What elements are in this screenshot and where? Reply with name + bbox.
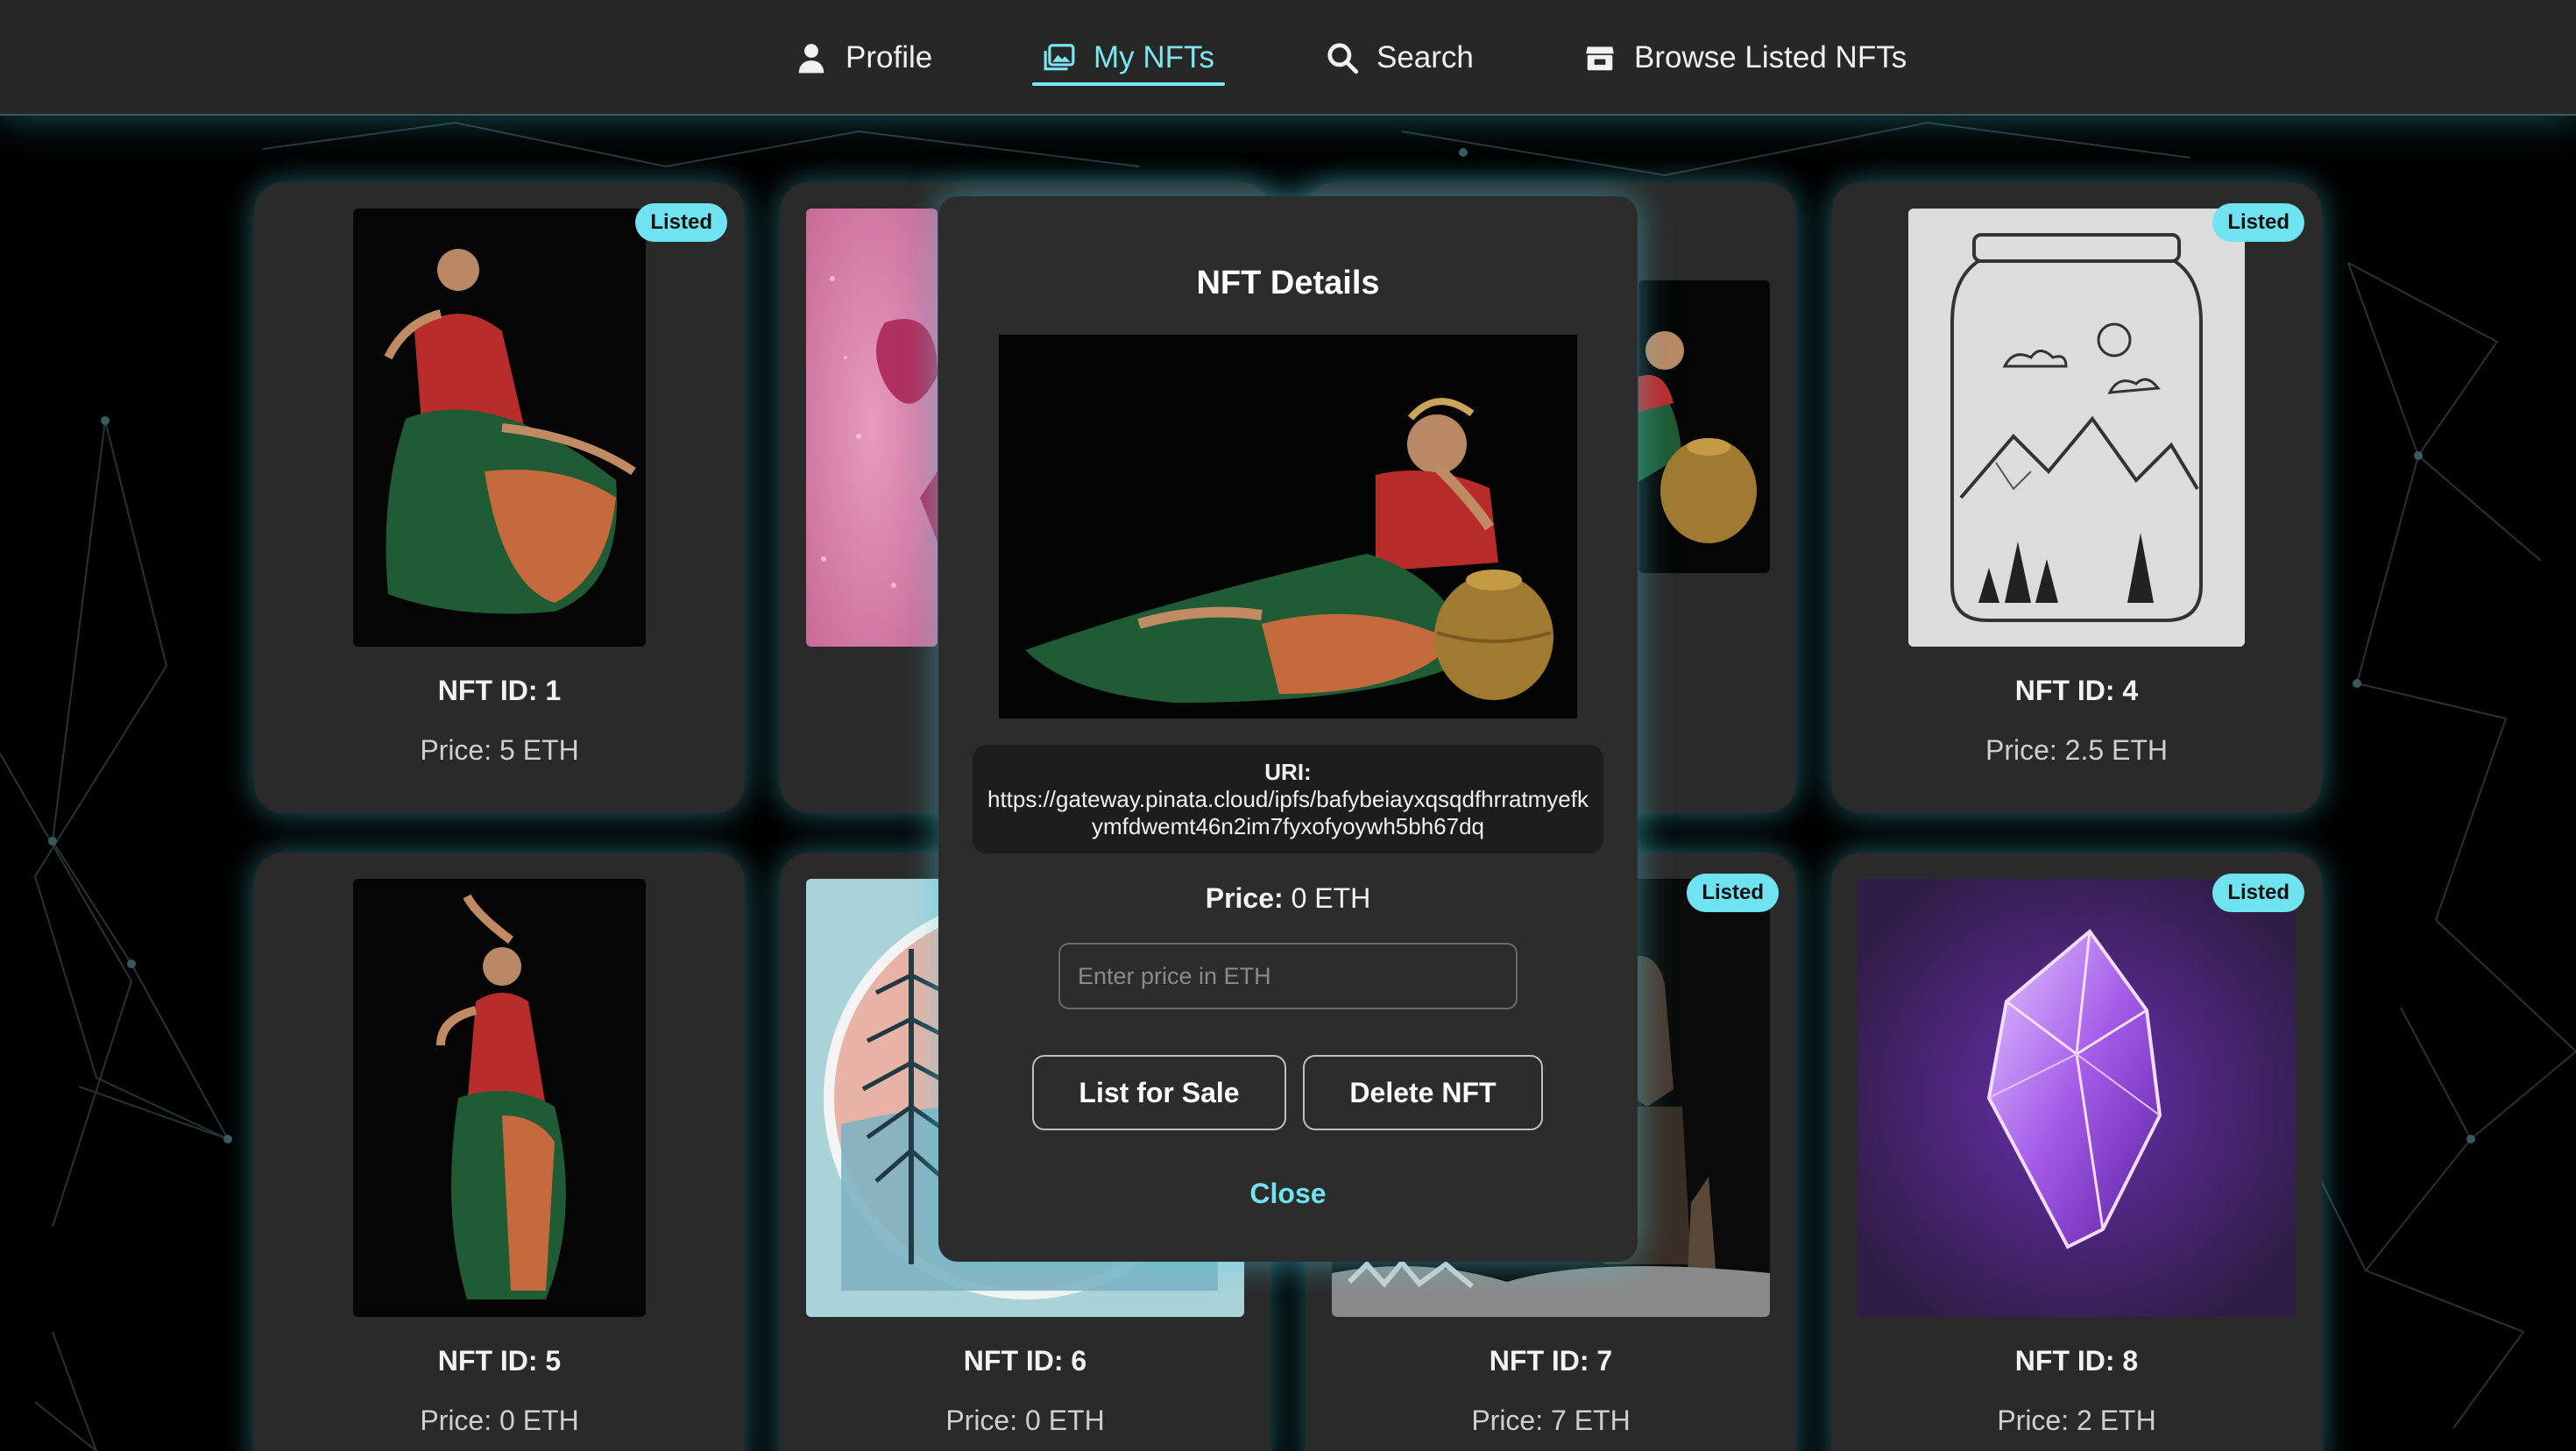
nav-my-nfts[interactable]: My NFTs (1031, 30, 1226, 86)
top-navbar: Profile My NFTs Search Browse Listed NFT… (0, 0, 2576, 116)
listed-badge: Listed (2212, 874, 2304, 912)
nft-price-label: Price: 7 ETH (1471, 1405, 1631, 1436)
nav-browse-listed[interactable]: Browse Listed NFTs (1583, 30, 1907, 86)
nft-id-label: NFT ID: 8 (2014, 1345, 2139, 1377)
nav-search-label: Search (1376, 40, 1474, 74)
price-value: 0 ETH (1291, 882, 1371, 914)
nft-price-label: Price: 0 ETH (420, 1405, 579, 1436)
nft-details-modal: NFT Details URI: https://gateway.pinata.… (938, 196, 1638, 1262)
store-icon (1586, 46, 1614, 71)
nft-price-label: Price: 5 ETH (420, 734, 579, 766)
uri-label: URI: (1264, 759, 1312, 785)
modal-title: NFT Details (1196, 265, 1380, 301)
search-icon (1327, 43, 1359, 74)
nft-image-8 (1858, 879, 2296, 1317)
delete-nft-button[interactable]: Delete NFT (1303, 1055, 1543, 1130)
uri-box: URI: https://gateway.pinata.cloud/ipfs/b… (973, 745, 1603, 853)
nav-profile-label: Profile (846, 40, 933, 74)
uri-value: https://gateway.pinata.cloud/ipfs/bafybe… (987, 786, 1589, 839)
user-icon (798, 44, 824, 74)
nft-price-label: Price: 2.5 ETH (1985, 734, 2169, 766)
listed-badge: Listed (1687, 874, 1779, 912)
nft-id-label: NFT ID: 6 (963, 1345, 1087, 1377)
nft-id-label: NFT ID: 5 (437, 1345, 562, 1377)
nft-id-label: NFT ID: 7 (1489, 1345, 1613, 1377)
nft-price-label: Price: 0 ETH (945, 1405, 1105, 1436)
nft-id-label: NFT ID: 1 (437, 675, 562, 706)
nft-card-1[interactable]: Listed NFT ID: 1 Price: 5 ETH (254, 182, 745, 813)
nft-card-4[interactable]: Listed NFT ID: 4 Price: 2.5 ETH (1831, 182, 2322, 813)
listed-badge: Listed (2212, 203, 2304, 242)
nft-price-label: Price: 2 ETH (1997, 1405, 2156, 1436)
nav-search[interactable]: Search (1326, 30, 1474, 86)
nft-card-5[interactable]: NFT ID: 5 Price: 0 ETH (254, 853, 745, 1451)
nft-image-5 (353, 879, 646, 1317)
price-input[interactable] (1058, 943, 1518, 1009)
close-button[interactable]: Close (938, 1178, 1638, 1210)
images-icon (1044, 44, 1075, 71)
nft-image-3 (1638, 280, 1770, 573)
nav-profile[interactable]: Profile (795, 30, 932, 86)
price-line: Price: 0 ETH (938, 882, 1638, 915)
nft-image-2 (806, 209, 938, 647)
nft-id-label: NFT ID: 4 (2014, 675, 2139, 706)
listed-badge: Listed (635, 203, 727, 242)
nft-card-8[interactable]: Listed NFT ID: 8 Price: 2 ETH (1831, 853, 2322, 1451)
price-label: Price: (1205, 882, 1284, 914)
nft-image-4 (1908, 209, 2245, 647)
modal-nft-image (999, 335, 1577, 718)
nft-image-1 (353, 209, 646, 647)
list-for-sale-button[interactable]: List for Sale (1032, 1055, 1286, 1130)
nav-browse-label: Browse Listed NFTs (1634, 40, 1907, 74)
nav-my-nfts-label: My NFTs (1093, 40, 1215, 74)
